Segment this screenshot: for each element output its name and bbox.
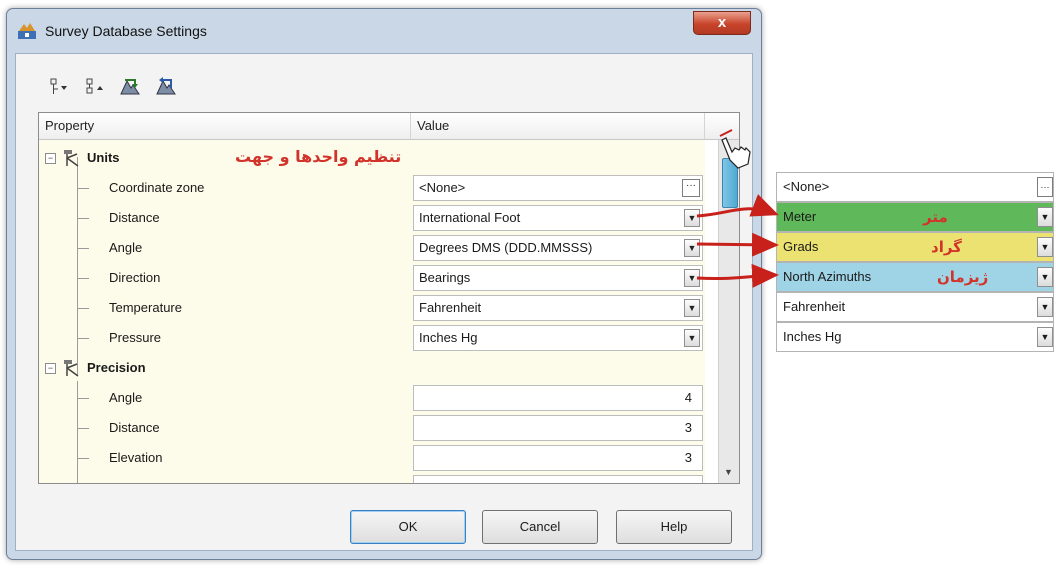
hand-cursor-icon [719, 129, 751, 169]
arrow-angle [696, 232, 779, 257]
arrow-distance [696, 194, 779, 218]
arrow-direction [696, 263, 779, 288]
annotation-arrows [696, 129, 779, 288]
